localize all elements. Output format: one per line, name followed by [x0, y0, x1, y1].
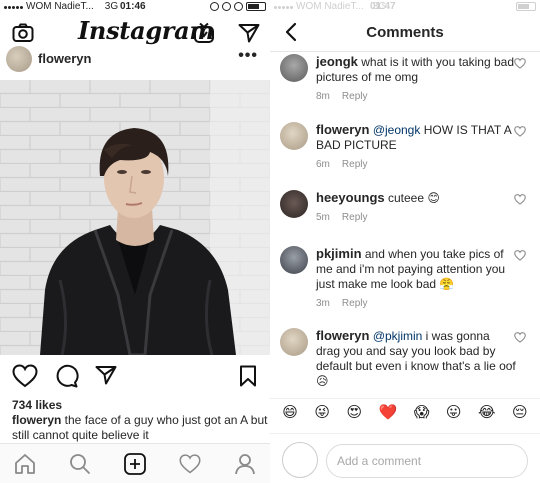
reply-button[interactable]: Reply: [342, 157, 368, 172]
post-photo[interactable]: [0, 80, 270, 355]
direct-message-icon[interactable]: [238, 23, 260, 48]
comment-username[interactable]: floweryn: [316, 328, 369, 343]
avatar[interactable]: [280, 54, 308, 82]
avatar[interactable]: [280, 328, 308, 356]
profile-icon[interactable]: [234, 453, 256, 480]
clock: 01:46: [120, 1, 146, 12]
signal-icon: [274, 5, 293, 9]
comment-time: 8m: [316, 91, 330, 102]
emoji-button[interactable]: 😍: [346, 403, 362, 423]
comment-time: 6m: [316, 159, 330, 170]
igtv-icon[interactable]: [193, 22, 215, 49]
post-header: floweryn •••: [0, 46, 270, 76]
emoji-button[interactable]: 😂: [478, 403, 496, 423]
share-icon[interactable]: [95, 365, 117, 390]
comment-like-icon[interactable]: [514, 56, 526, 74]
camera-icon[interactable]: [12, 23, 34, 48]
comment-like-icon[interactable]: [514, 330, 526, 348]
quick-emoji-bar: 😄 😜 😍 ❤️ 😱 😛 😂 😔: [270, 398, 540, 426]
activity-heart-icon[interactable]: [179, 453, 201, 480]
comment-username[interactable]: jeongk: [316, 54, 358, 69]
comment-username[interactable]: pkjimin: [316, 246, 362, 261]
emoji-button[interactable]: 😱: [414, 403, 430, 423]
emoji-button[interactable]: 😔: [512, 403, 528, 423]
reply-button[interactable]: Reply: [342, 89, 368, 104]
avatar[interactable]: [280, 246, 308, 274]
comment-text: cuteee 😊: [384, 191, 440, 205]
comments-header: Comments: [270, 14, 540, 52]
alarm-icon: [234, 2, 243, 11]
heart-icon[interactable]: [12, 364, 38, 393]
status-bar: WOM NadieT... 3G 01:47: [270, 0, 540, 14]
comment-like-icon[interactable]: [514, 124, 526, 142]
comment-composer: Add a comment: [270, 433, 540, 483]
emoji-button[interactable]: 😛: [446, 403, 462, 423]
comment-icon[interactable]: [55, 364, 79, 393]
search-icon[interactable]: [69, 453, 91, 480]
caption-username[interactable]: floweryn: [12, 413, 61, 427]
moon-icon: [210, 2, 219, 11]
carrier-name: WOM NadieT...: [296, 1, 364, 12]
bookmark-icon[interactable]: [239, 365, 257, 392]
comment-time: 3m: [316, 298, 330, 309]
network-type: 3G: [104, 1, 119, 12]
emoji-button[interactable]: 😄: [282, 403, 298, 423]
comment-like-icon[interactable]: [514, 248, 526, 266]
avatar: [282, 442, 318, 478]
feed-screen: WOM NadieT... 3G 01:46 Instagram flowery…: [0, 0, 270, 483]
battery-icon: [516, 2, 536, 11]
post-username[interactable]: floweryn: [38, 51, 91, 66]
add-post-icon[interactable]: [124, 453, 146, 480]
battery-icon: [246, 2, 266, 11]
reply-button[interactable]: Reply: [342, 210, 368, 225]
home-icon[interactable]: [14, 453, 36, 480]
post-caption: floweryn the face of a guy who just got …: [12, 413, 270, 443]
comment-input[interactable]: Add a comment: [326, 444, 528, 478]
signal-icon: [4, 5, 23, 9]
carrier-name: WOM NadieT...: [26, 1, 94, 12]
comments-screen: WOM NadieT... 3G 01:47 Comments jeongk w…: [270, 0, 540, 483]
like-count[interactable]: 734 likes: [12, 398, 62, 412]
post-image: [0, 80, 270, 355]
comment-mention[interactable]: @jeongk: [373, 123, 421, 137]
bottom-navigation: [0, 443, 270, 483]
reply-button[interactable]: Reply: [342, 296, 368, 311]
lock-rotation-icon: [222, 2, 231, 11]
comment-mention[interactable]: @pkjimin: [373, 329, 423, 343]
comment-username[interactable]: floweryn: [316, 122, 369, 137]
post-actions: [0, 362, 270, 392]
comment-username[interactable]: heeyoungs: [316, 190, 385, 205]
status-bar: WOM NadieT... 3G 01:46: [0, 0, 270, 14]
emoji-button[interactable]: ❤️: [379, 403, 398, 423]
more-options-icon[interactable]: •••: [238, 47, 258, 65]
comment-like-icon[interactable]: [514, 192, 526, 210]
page-title: Comments: [366, 24, 444, 41]
emoji-button[interactable]: 😜: [314, 403, 330, 423]
clock: 01:47: [370, 1, 396, 12]
avatar[interactable]: [280, 190, 308, 218]
avatar[interactable]: [6, 46, 32, 72]
feed-header: Instagram: [0, 14, 270, 50]
comment-time: 5m: [316, 212, 330, 223]
avatar[interactable]: [280, 122, 308, 150]
